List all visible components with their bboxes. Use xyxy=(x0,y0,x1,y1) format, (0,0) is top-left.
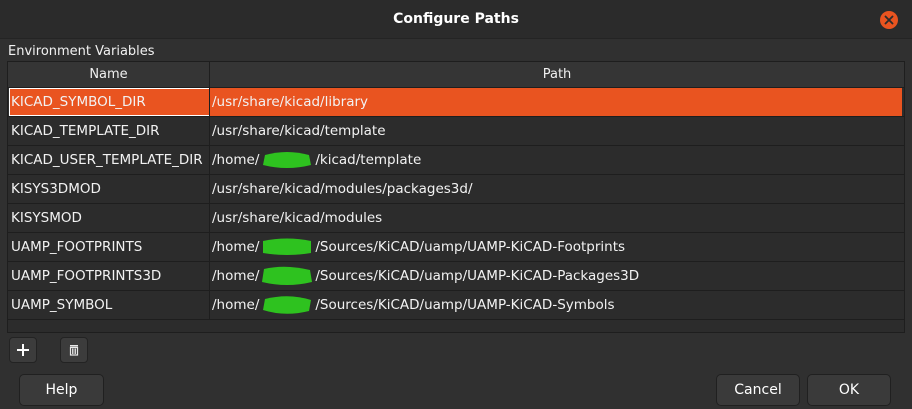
var-name-cell[interactable]: KISYSMOD xyxy=(9,204,210,232)
ok-button[interactable]: OK xyxy=(807,374,891,406)
path-prefix: /home/ xyxy=(212,297,260,313)
table-row[interactable]: UAMP_SYMBOL /home/ /Sources/KiCAD/uamp/U… xyxy=(8,291,904,320)
var-name-cell[interactable]: UAMP_SYMBOL xyxy=(9,291,210,319)
redaction-scribble xyxy=(263,152,312,168)
redaction-scribble xyxy=(262,266,313,285)
var-path-cell[interactable]: /home/ /Sources/KiCAD/uamp/UAMP-KiCAD-Pa… xyxy=(210,262,902,290)
table-row[interactable]: KICAD_SYMBOL_DIR /usr/share/kicad/librar… xyxy=(8,88,904,117)
var-path-cell[interactable]: /usr/share/kicad/modules/packages3d/ xyxy=(210,175,902,203)
path-suffix: /kicad/template xyxy=(315,152,422,168)
table-row[interactable]: KISYSMOD /usr/share/kicad/modules xyxy=(8,204,904,233)
title-bar: Configure Paths xyxy=(0,0,912,39)
table-row[interactable]: KICAD_TEMPLATE_DIR /usr/share/kicad/temp… xyxy=(8,117,904,146)
redaction-scribble xyxy=(263,238,312,255)
cancel-button[interactable]: Cancel xyxy=(716,374,800,406)
var-path-cell[interactable]: /home/ /Sources/KiCAD/uamp/UAMP-KiCAD-Fo… xyxy=(210,233,902,261)
table-row[interactable]: UAMP_FOOTPRINTS /home/ /Sources/KiCAD/ua… xyxy=(8,233,904,262)
delete-row-button[interactable] xyxy=(60,337,88,363)
var-path-cell[interactable]: /usr/share/kicad/modules xyxy=(210,204,902,232)
var-path-cell[interactable]: /home/ /kicad/template xyxy=(210,146,902,174)
plus-icon xyxy=(17,344,29,356)
path-suffix: /Sources/KiCAD/uamp/UAMP-KiCAD-Packages3… xyxy=(315,268,640,284)
var-name-cell[interactable]: UAMP_FOOTPRINTS3D xyxy=(9,262,210,290)
var-path-cell[interactable]: /usr/share/kicad/template xyxy=(210,117,902,145)
var-name-cell[interactable]: KICAD_SYMBOL_DIR xyxy=(9,88,210,116)
path-suffix: /Sources/KiCAD/uamp/UAMP-KiCAD-Footprint… xyxy=(315,239,626,255)
path-prefix: /home/ xyxy=(212,239,260,255)
redaction-scribble xyxy=(263,296,312,314)
var-path-cell[interactable]: /home/ /Sources/KiCAD/uamp/UAMP-KiCAD-Sy… xyxy=(210,291,902,319)
path-prefix: /home/ xyxy=(212,152,260,168)
column-header-name[interactable]: Name xyxy=(8,62,210,88)
table-row[interactable]: KICAD_USER_TEMPLATE_DIR /home/ /kicad/te… xyxy=(8,146,904,175)
add-row-button[interactable] xyxy=(9,337,37,363)
close-icon xyxy=(884,15,894,25)
env-vars-label: Environment Variables xyxy=(8,44,155,59)
env-vars-grid: Name Path KICAD_SYMBOL_DIR /usr/share/ki… xyxy=(7,61,905,333)
var-name-cell[interactable]: UAMP_FOOTPRINTS xyxy=(9,233,210,261)
path-suffix: /Sources/KiCAD/uamp/UAMP-KiCAD-Symbols xyxy=(315,297,615,313)
close-button[interactable] xyxy=(880,11,898,29)
dialog-title: Configure Paths xyxy=(393,11,519,27)
table-row[interactable]: UAMP_FOOTPRINTS3D /home/ /Sources/KiCAD/… xyxy=(8,262,904,291)
trash-icon xyxy=(69,345,79,356)
var-name-cell[interactable]: KISYS3DMOD xyxy=(9,175,210,203)
var-path-cell[interactable]: /usr/share/kicad/library xyxy=(210,88,902,116)
help-button[interactable]: Help xyxy=(19,374,104,406)
table-row[interactable]: KISYS3DMOD /usr/share/kicad/modules/pack… xyxy=(8,175,904,204)
var-name-cell[interactable]: KICAD_TEMPLATE_DIR xyxy=(9,117,210,145)
column-header-path[interactable]: Path xyxy=(210,62,904,88)
column-divider xyxy=(209,87,210,319)
path-prefix: /home/ xyxy=(212,268,260,284)
var-name-cell[interactable]: KICAD_USER_TEMPLATE_DIR xyxy=(9,146,210,174)
